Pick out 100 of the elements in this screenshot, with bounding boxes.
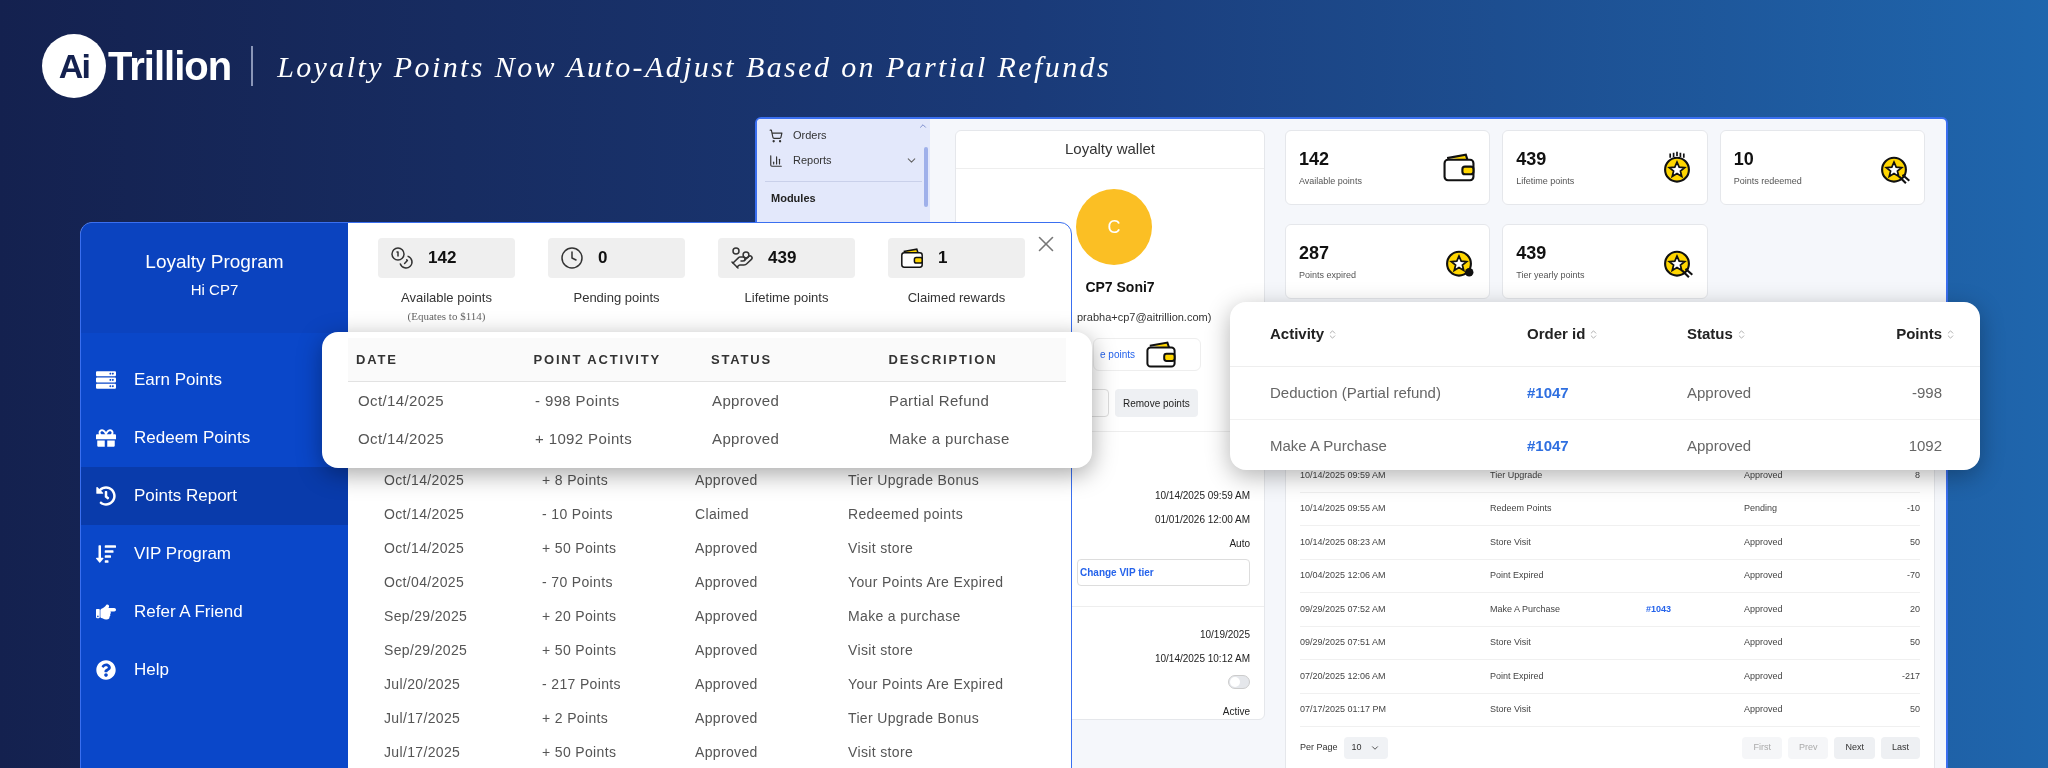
table-cell-text: + 2 Points [542,708,610,728]
table-cell-text: Tier Upgrade Bonus [848,708,981,728]
wallet-icon [1145,341,1178,369]
table-cell-text: Make A Purchase [1490,602,1562,616]
table-cell-text: 1092 [1907,436,1942,457]
change-tier-button[interactable]: Change VIP tier [1077,559,1250,587]
table-cell-text: Approved [695,674,759,694]
column-header[interactable]: Points [1817,322,1956,346]
stat-value: 287 [1299,242,1331,266]
table-cell-text: Approved [695,640,759,660]
stat-label: Lifetime points [1516,175,1575,189]
table-cell-text: Approved [695,572,759,592]
stat-label: Available points [1299,175,1362,189]
menu-item[interactable]: Earn Points [81,351,348,409]
column-header[interactable]: Activity [1270,322,1527,346]
table-cell-text: Approved [1687,382,1753,403]
table-cell-text: Oct/14/2025 [384,538,466,558]
table-cell-text: Deduction (Partial refund) [1270,382,1442,403]
widget-greeting: Hi CP7 [190,279,239,300]
table-cell-text: -998 [1910,382,1942,403]
table-cell-text: Visit store [848,640,915,660]
chart-icon [769,153,783,168]
table-cell-text: Approved [1744,468,1784,482]
widget-title: Loyalty Program [145,250,284,274]
table-cell-text: Make a purchase [889,428,1011,449]
order-link[interactable]: #1047 [1527,437,1569,455]
order-link[interactable]: #1043 [1646,603,1672,614]
sort-icon [1945,328,1956,340]
table-cell-text: Approved [712,390,781,411]
caret-icon [1369,743,1380,753]
table-cell-text: Store Visit [1490,636,1532,649]
menu-item[interactable]: Points Report [81,467,348,525]
stat-value: 0 [598,247,608,270]
per-page-select[interactable]: 10 [1343,737,1388,759]
column-header[interactable]: Order id [1527,322,1687,346]
detail-value: 10/14/2025 09:59 AM [1154,489,1250,504]
stat-value: 439 [1516,148,1548,172]
table-cell-text: Redeem Points [1490,502,1553,515]
toggle-switch[interactable] [1228,675,1250,689]
logo-text: Trillion [108,43,232,90]
order-link[interactable]: #1047 [1527,383,1569,401]
column-header[interactable]: Status [1687,322,1817,346]
table-cell-text: + 1092 Points [535,428,634,449]
table-cell-text: 20 [1909,602,1920,616]
table-cell-text: Sep/29/2025 [384,640,469,660]
table-cell-text: Approved [1744,535,1784,549]
history-icon [96,486,116,506]
detail-value: 01/01/2026 12:00 AM [1154,513,1250,528]
table-cell-text: Visit store [848,742,915,762]
table-cell-text: Tier Upgrade [1490,468,1544,482]
menu-item[interactable]: VIP Program [81,525,348,583]
stat-value: 439 [1516,242,1548,266]
table-cell-text: - 10 Points [542,504,614,524]
table-cell-text: Point Expired [1490,669,1545,683]
table-cell-text: + 20 Points [542,606,618,626]
table-cell-text: Approved [1744,602,1784,616]
stat-label: Lifetime points [744,289,829,307]
table-cell-text: Visit store [848,538,915,558]
table-cell-text: Claimed [695,504,750,524]
remove-points-button[interactable]: Remove points [1115,389,1198,418]
stat-label: Points redeemed [1733,175,1802,189]
sidebar-item[interactable]: Reports [763,148,924,173]
stat-value: 142 [428,247,457,270]
table-cell-text: Approved [1687,436,1753,457]
logo-mark: Ai [42,34,106,98]
table-cell-text: -70 [1906,569,1920,582]
status-value: Active [1222,705,1250,719]
pointing-hand-icon [96,602,116,622]
table-cell-text: Jul/20/2025 [384,674,462,694]
help-icon [96,660,116,680]
per-page-label: Per Page [1300,741,1338,755]
pagination-button[interactable]: Next [1834,737,1875,759]
menu-item[interactable]: Help [81,641,348,699]
table-cell-text: 07/17/2025 01:17 PM [1300,703,1388,716]
scroll-up-icon[interactable] [918,121,928,131]
table-cell-text: Jul/17/2025 [384,708,462,728]
table-cell-text: Approved [695,538,759,558]
table-cell-text: Approved [1744,569,1784,582]
pagination-button[interactable]: Last [1881,737,1920,759]
table-cell-text: 50 [1909,703,1920,716]
menu-item[interactable]: Redeem Points [81,409,348,467]
table-cell-text: Approved [695,708,759,728]
menu-item[interactable]: Refer A Friend [81,583,348,641]
clock-icon [560,246,584,270]
table-cell-text: Oct/14/2025 [384,470,466,490]
table-cell-text: - 70 Points [542,572,614,592]
customer-email: prabha+cp7@aitrillion.com) [1077,311,1212,324]
table-cell-text: Approved [712,428,781,449]
points-link[interactable]: e points [1100,347,1136,363]
table-cell-text: Approved [1744,636,1784,649]
table-cell-text: Jul/17/2025 [384,742,462,762]
sidebar-item[interactable]: Orders [763,123,924,148]
stat-label: Points expired [1299,269,1357,283]
table-cell-text: Oct/14/2025 [358,428,445,449]
table-cell-text: Oct/04/2025 [384,572,466,592]
table-cell-text: - 998 Points [535,390,621,411]
sort-icon [96,544,116,564]
stat-value: 142 [1299,148,1331,172]
table-cell-text: 10/14/2025 09:55 AM [1300,502,1387,515]
table-cell-text: Tier Upgrade Bonus [848,470,981,490]
